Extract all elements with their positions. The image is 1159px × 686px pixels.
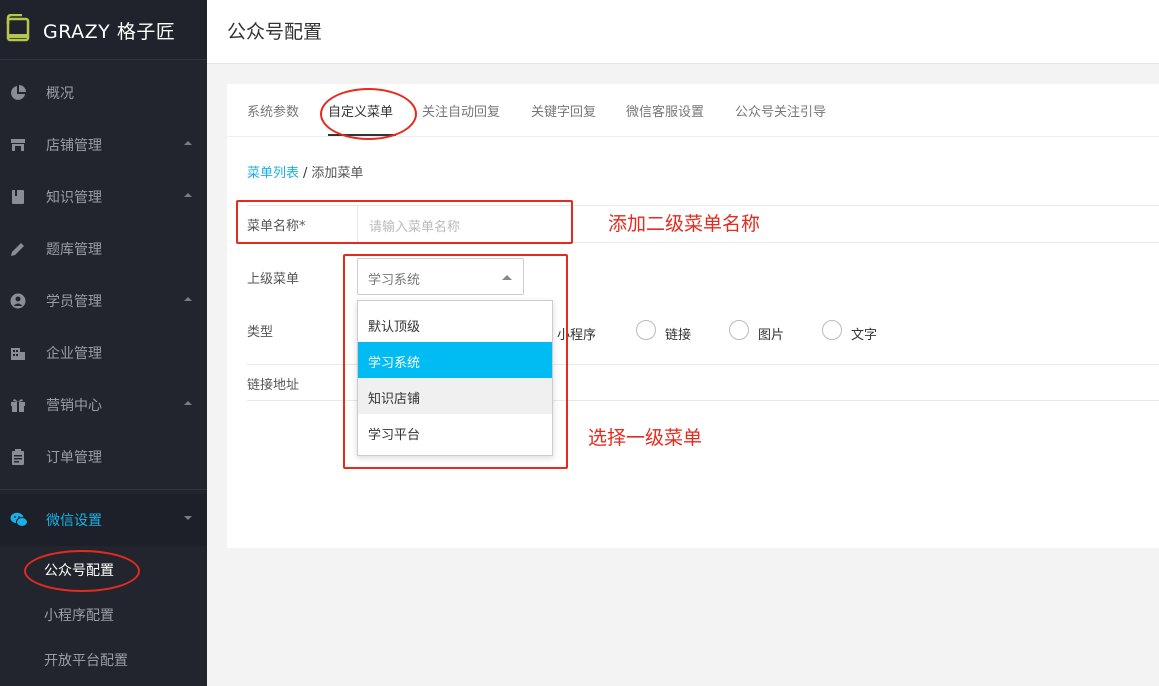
sidebar-item-label: 微信设置	[46, 513, 102, 529]
store-icon	[11, 139, 25, 151]
wechat-icon	[10, 512, 28, 527]
building-icon	[11, 348, 25, 360]
sidebar-item-label: 订单管理	[46, 450, 102, 466]
brand-name: GRAZY 格子匠	[43, 21, 176, 43]
chevron-up-icon	[184, 193, 192, 197]
sidebar-item-label: 概况	[46, 86, 74, 102]
tab-customer-service[interactable]: 微信客服设置	[626, 101, 704, 120]
pencil-icon	[11, 243, 24, 256]
sidebar-item-question-bank[interactable]: 题库管理	[0, 223, 207, 275]
type-option-image[interactable]: 图片	[758, 324, 784, 343]
type-radio-link[interactable]	[636, 320, 656, 340]
parent-menu-label: 上级菜单	[247, 272, 300, 287]
tab-system-params[interactable]: 系统参数	[247, 101, 299, 120]
sidebar-item-students[interactable]: 学员管理	[0, 275, 207, 327]
sidebar-item-store[interactable]: 店铺管理	[0, 119, 207, 171]
sidebar-divider	[0, 489, 207, 490]
sidebar-item-label: 营销中心	[46, 398, 102, 414]
sidebar-item-enterprise[interactable]: 企业管理	[0, 327, 207, 379]
top-header: 公众号配置	[207, 0, 1159, 64]
chevron-up-icon	[184, 297, 192, 301]
tab-follow-guide[interactable]: 公众号关注引导	[735, 101, 826, 120]
logo[interactable]: GRAZY 格子匠	[0, 0, 207, 60]
sidebar-item-overview[interactable]: 概况	[0, 67, 207, 119]
tab-follow-auto-reply[interactable]: 关注自动回复	[422, 101, 500, 120]
sidebar-item-label: 学员管理	[46, 294, 102, 310]
sidebar-item-marketing[interactable]: 营销中心	[0, 379, 207, 431]
type-option-text[interactable]: 文字	[851, 324, 877, 343]
breadcrumb-current: 添加菜单	[311, 166, 364, 181]
sidebar-subitem-miniprogram[interactable]: 小程序配置	[44, 605, 114, 625]
sidebar-item-label: 题库管理	[46, 242, 102, 258]
pie-chart-icon	[11, 85, 26, 100]
sidebar-item-label: 企业管理	[46, 346, 102, 362]
annotation-text-select-parent: 选择一级菜单	[588, 427, 703, 449]
breadcrumb: 菜单列表 / 添加菜单	[247, 162, 363, 181]
logo-icon	[6, 14, 30, 42]
sidebar-item-knowledge[interactable]: 知识管理	[0, 171, 207, 223]
annotation-box-parent-menu	[343, 254, 568, 469]
type-radio-image[interactable]	[729, 320, 749, 340]
type-radio-text[interactable]	[822, 320, 842, 340]
page-title: 公众号配置	[227, 21, 323, 43]
sidebar-item-label: 知识管理	[46, 190, 102, 206]
annotation-box-menu-name	[236, 200, 573, 244]
type-option-link[interactable]: 链接	[665, 324, 691, 343]
chevron-up-icon	[184, 141, 192, 145]
annotation-circle-sidebar	[24, 550, 140, 592]
tab-keyword-reply[interactable]: 关键字回复	[531, 101, 596, 120]
gift-icon	[11, 399, 25, 412]
annotation-circle-tab	[320, 88, 417, 140]
sidebar-item-label: 店铺管理	[46, 138, 102, 154]
user-icon	[10, 293, 26, 309]
sidebar-item-wechat[interactable]: 微信设置	[0, 494, 207, 546]
type-label: 类型	[247, 325, 274, 340]
chevron-up-icon	[184, 401, 192, 405]
breadcrumb-separator: /	[303, 166, 308, 181]
sidebar-item-orders[interactable]: 订单管理	[0, 431, 207, 483]
breadcrumb-link-menu-list[interactable]: 菜单列表	[247, 166, 299, 181]
annotation-text-add-name: 添加二级菜单名称	[608, 213, 761, 235]
clipboard-icon	[12, 449, 24, 465]
chevron-down-icon	[184, 516, 192, 520]
book-icon	[12, 190, 24, 204]
link-url-label: 链接地址	[247, 378, 300, 393]
sidebar-subitem-open-platform[interactable]: 开放平台配置	[44, 650, 128, 670]
